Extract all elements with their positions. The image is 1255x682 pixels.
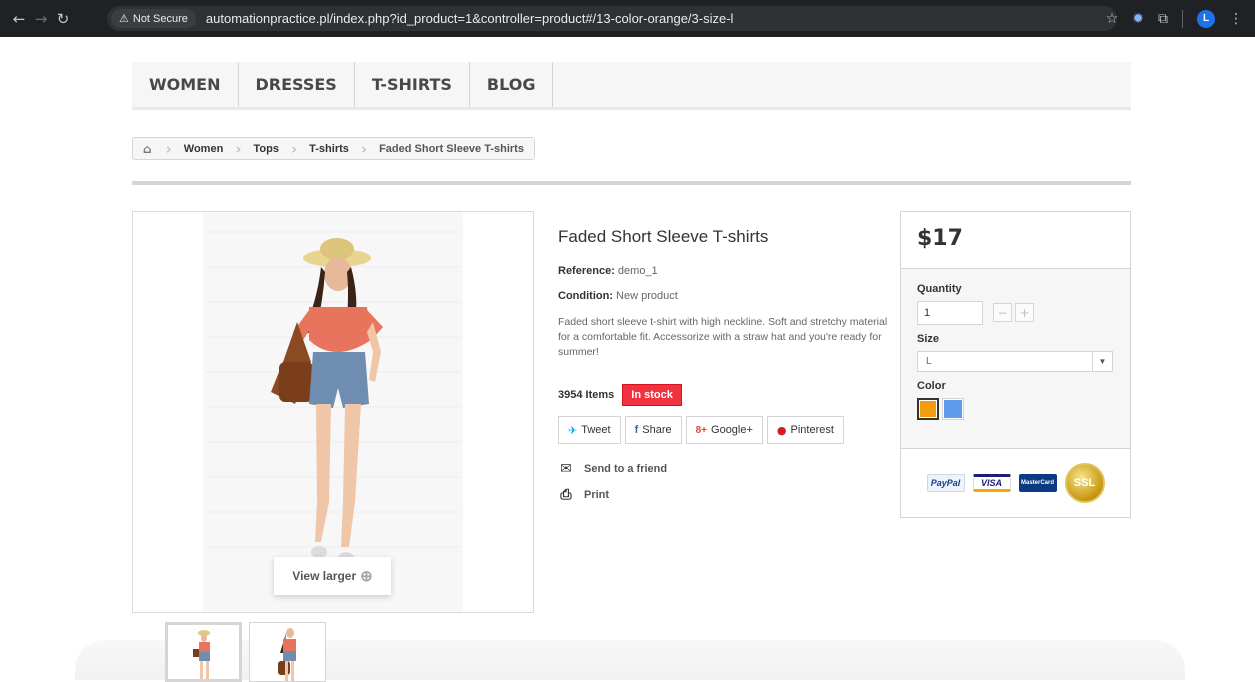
plus-icon[interactable]: +: [1015, 303, 1034, 322]
stock-badge: In stock: [622, 384, 682, 406]
condition-value: New product: [616, 290, 678, 302]
quantity-stepper: 1 − +: [917, 301, 1114, 325]
twitter-icon: ✈: [568, 423, 578, 437]
zoom-in-icon: ⊕: [360, 568, 373, 585]
print-link[interactable]: ⎙ Print: [558, 482, 888, 508]
facebook-icon: f: [634, 424, 639, 436]
quantity-label: Quantity: [917, 283, 962, 295]
pinterest-icon: ●: [776, 423, 787, 437]
product-info: Faded Short Sleeve T-shirts Reference: d…: [558, 211, 888, 508]
back-arrow-icon[interactable]: ←: [8, 10, 30, 28]
extensions-puzzle-icon[interactable]: ⧉: [1158, 11, 1168, 27]
product-links: ✉ Send to a friend ⎙ Print: [558, 456, 888, 508]
chevron-right-icon: ›: [360, 139, 368, 158]
payment-logos: PayPal VISA MasterCard SSL: [901, 449, 1130, 517]
product-photo: [203, 212, 463, 612]
price-area: $17: [901, 212, 1130, 269]
quantity-available: 3954 Items: [558, 389, 615, 401]
send-to-friend-label: Send to a friend: [584, 463, 668, 475]
product-image[interactable]: View larger ⊕: [132, 211, 534, 613]
visa-logo: VISA: [972, 474, 1011, 492]
breadcrumb-tshirts[interactable]: T-shirts: [301, 138, 357, 159]
print-label: Print: [584, 489, 610, 501]
view-larger-label: View larger: [292, 569, 357, 583]
chevron-right-icon: ›: [165, 139, 172, 158]
extension-gear-icon[interactable]: ✹: [1132, 11, 1144, 27]
home-icon[interactable]: ⌂: [133, 138, 162, 159]
social-share: ✈ Tweet f Share 8+ Google+ ● Pinterest: [558, 416, 888, 444]
dropdown-arrow-icon: ▼: [1092, 352, 1112, 371]
more-menu-icon[interactable]: ⋮: [1229, 11, 1243, 27]
reference-label: Reference:: [558, 265, 615, 277]
menu-item-tshirts[interactable]: T-SHIRTS: [355, 62, 470, 107]
address-bar[interactable]: ⚠ Not Secure automationpractice.pl/index…: [107, 6, 1117, 31]
breadcrumb-current: Faded Short Sleeve T-shirts: [371, 138, 534, 159]
url-text[interactable]: automationpractice.pl/index.php?id_produ…: [206, 11, 734, 26]
share-label: Share: [642, 424, 672, 436]
thumbnail-2[interactable]: [249, 622, 326, 682]
chevron-right-icon: ›: [290, 139, 298, 158]
forward-arrow-icon[interactable]: →: [30, 10, 52, 28]
thumbnail-1[interactable]: [165, 622, 242, 682]
tweet-label: Tweet: [581, 424, 611, 436]
printer-icon: ⎙: [560, 487, 572, 503]
chevron-right-icon: ›: [235, 139, 242, 158]
bookmark-star-icon[interactable]: ☆: [1106, 11, 1119, 27]
mastercard-logo: MasterCard: [1018, 474, 1057, 492]
reload-icon[interactable]: ↻: [52, 10, 74, 28]
color-swatches: [917, 398, 1114, 420]
security-label: Not Secure: [132, 12, 188, 25]
share-button[interactable]: f Share: [624, 416, 682, 444]
pinterest-label: Pinterest: [790, 424, 834, 436]
paypal-logo: PayPal: [926, 474, 965, 492]
warning-icon: ⚠: [119, 12, 129, 25]
send-to-friend-link[interactable]: ✉ Send to a friend: [558, 456, 888, 482]
availability: 3954 Items In stock: [558, 384, 888, 406]
top-menu: WOMEN DRESSES T-SHIRTS BLOG: [132, 62, 1131, 110]
browser-toolbar: ← → ↻ ⚠ Not Secure automationpractice.pl…: [0, 0, 1255, 37]
product-price: $17: [917, 226, 963, 251]
google-plus-icon: 8+: [695, 424, 708, 436]
tweet-button[interactable]: ✈ Tweet: [558, 416, 621, 444]
minus-icon[interactable]: −: [993, 303, 1012, 322]
product-condition: Condition: New product: [558, 290, 888, 302]
menu-item-dresses[interactable]: DRESSES: [239, 62, 355, 107]
profile-avatar[interactable]: L: [1197, 9, 1215, 28]
security-chip[interactable]: ⚠ Not Secure: [111, 9, 196, 28]
google-plus-button[interactable]: 8+ Google+: [685, 416, 763, 444]
toolbar-divider: [1182, 9, 1183, 28]
breadcrumb-women[interactable]: Women: [176, 138, 232, 159]
pinterest-button[interactable]: ● Pinterest: [766, 416, 844, 444]
thumbnail-image: [278, 628, 296, 681]
product-description: Faded short sleeve t-shirt with high nec…: [558, 316, 888, 358]
envelope-icon: ✉: [560, 461, 572, 477]
product-options: Quantity 1 − + Size L ▼ Color: [901, 269, 1130, 449]
size-value: L: [926, 356, 932, 367]
google-plus-label: Google+: [711, 424, 753, 436]
product-reference: Reference: demo_1: [558, 265, 888, 277]
menu-item-blog[interactable]: BLOG: [470, 62, 554, 107]
breadcrumb: ⌂ › Women › Tops › T-shirts › Faded Shor…: [132, 137, 535, 160]
buy-box: $17 Quantity 1 − + Size L ▼ Color PayPal…: [900, 211, 1131, 518]
thumbnail-image: [193, 630, 210, 679]
section-divider: [132, 181, 1131, 185]
color-swatch-orange[interactable]: [917, 398, 939, 420]
view-larger-button[interactable]: View larger ⊕: [274, 557, 391, 595]
color-swatch-blue[interactable]: [942, 398, 964, 420]
ssl-badge-icon: SSL: [1064, 463, 1105, 503]
size-select[interactable]: L ▼: [917, 351, 1113, 372]
size-label: Size: [917, 333, 940, 345]
quantity-input[interactable]: 1: [917, 301, 983, 325]
reference-value: demo_1: [617, 265, 658, 277]
product-title: Faded Short Sleeve T-shirts: [558, 227, 769, 246]
breadcrumb-tops[interactable]: Tops: [246, 138, 287, 159]
color-label: Color: [917, 380, 946, 392]
condition-label: Condition:: [558, 290, 613, 302]
menu-item-women[interactable]: WOMEN: [132, 62, 239, 107]
